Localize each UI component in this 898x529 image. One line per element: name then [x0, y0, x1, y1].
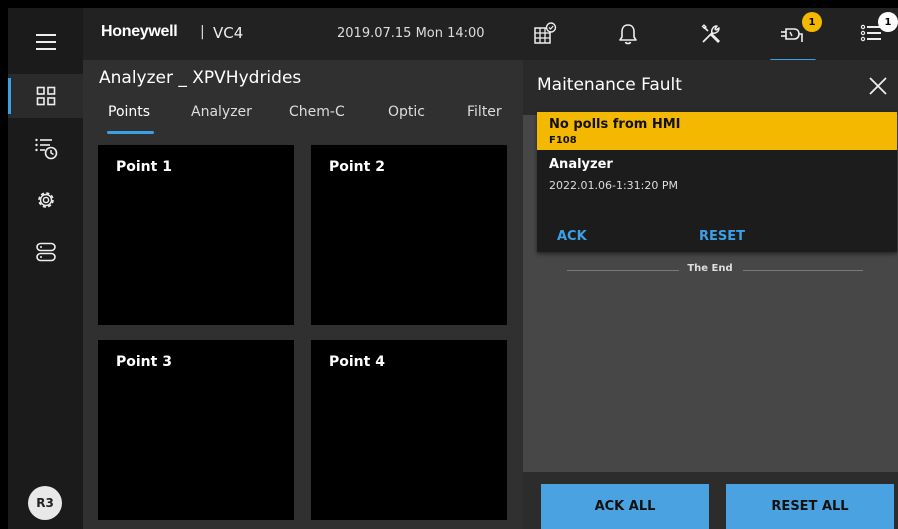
page-title: Analyzer _ XPVHydrides	[99, 68, 302, 88]
fault-timestamp: 2022.01.06-1:31:20 PM	[549, 179, 678, 192]
dashboard-grid-icon	[36, 86, 55, 106]
point-title: Point 3	[116, 354, 172, 370]
reset-button[interactable]: RESET	[699, 229, 745, 244]
top-bar: Honeywell | VC4 2019.07.15 Mon 14:00 1 1	[83, 8, 898, 62]
tab-optic[interactable]: Optic	[388, 104, 425, 120]
active-tab-indicator	[107, 131, 154, 134]
date-time: 2019.07.15 Mon 14:00	[337, 26, 485, 41]
hardware-modules-icon	[35, 242, 56, 262]
fault-card: No polls from HMI F108 Analyzer 2022.01.…	[537, 112, 897, 252]
point-title: Point 4	[329, 354, 385, 370]
end-divider-left	[567, 270, 679, 271]
ack-all-button[interactable]: ACK ALL	[541, 484, 709, 529]
menu-button[interactable]	[8, 20, 83, 64]
diagnostics-grid-icon	[534, 22, 557, 44]
tab-analyzer[interactable]: Analyzer	[191, 104, 252, 120]
settings-gear-icon	[37, 192, 54, 208]
panel-footer: ACK ALL RESET ALL	[523, 472, 898, 529]
maintenance-button[interactable]: 1	[770, 12, 822, 62]
sidebar-item-history[interactable]	[8, 126, 83, 170]
point-card-4[interactable]: Point 4	[311, 340, 507, 520]
ack-button[interactable]: ACK	[557, 229, 587, 244]
event-count-badge: 1	[878, 12, 898, 32]
close-icon[interactable]	[866, 74, 890, 98]
point-title: Point 1	[116, 159, 172, 175]
product-name: VC4	[213, 24, 244, 42]
brand-logo: Honeywell	[101, 23, 178, 40]
fault-code: F108	[549, 135, 577, 146]
fault-source: Analyzer	[549, 157, 613, 172]
sidebar-item-dashboard[interactable]	[8, 74, 83, 118]
panel-header: Maitenance Fault	[523, 60, 898, 115]
tools-icon	[701, 24, 721, 44]
end-of-list-label: The End	[687, 263, 733, 274]
hamburger-menu-icon	[35, 34, 56, 50]
tab-chem-c[interactable]: Chem-C	[289, 104, 345, 120]
end-divider-right	[743, 270, 863, 271]
history-list-icon	[34, 138, 57, 160]
point-card-3[interactable]: Point 3	[98, 340, 294, 520]
point-card-2[interactable]: Point 2	[311, 145, 507, 325]
brand-separator: |	[200, 24, 205, 40]
sidebar-item-settings[interactable]	[8, 178, 83, 222]
point-title: Point 2	[329, 159, 385, 175]
tab-filter[interactable]: Filter	[467, 104, 502, 120]
panel-title: Maitenance Fault	[537, 75, 682, 95]
reset-all-button[interactable]: RESET ALL	[726, 484, 894, 529]
fault-title: No polls from HMI	[549, 117, 681, 132]
main-content: Analyzer _ XPVHydrides Points Analyzer C…	[83, 60, 523, 529]
event-list-button[interactable]: 1	[856, 12, 898, 50]
user-avatar[interactable]: R3	[28, 486, 62, 520]
sidebar-item-hardware[interactable]	[8, 230, 83, 274]
point-card-1[interactable]: Point 1	[98, 145, 294, 325]
tab-bar: Points Analyzer Chem-C Optic Filter	[83, 100, 523, 136]
bell-icon	[619, 24, 637, 45]
fault-banner: No polls from HMI F108	[537, 112, 897, 150]
maintenance-count-badge: 1	[802, 12, 822, 32]
sidebar: R3	[8, 8, 83, 529]
tools-button[interactable]	[694, 18, 728, 50]
tab-points[interactable]: Points	[108, 104, 150, 120]
maintenance-fault-panel: Maitenance Fault No polls from HMI F108 …	[523, 60, 898, 529]
diagnostics-button[interactable]	[528, 18, 562, 50]
alarms-button[interactable]	[611, 18, 645, 50]
